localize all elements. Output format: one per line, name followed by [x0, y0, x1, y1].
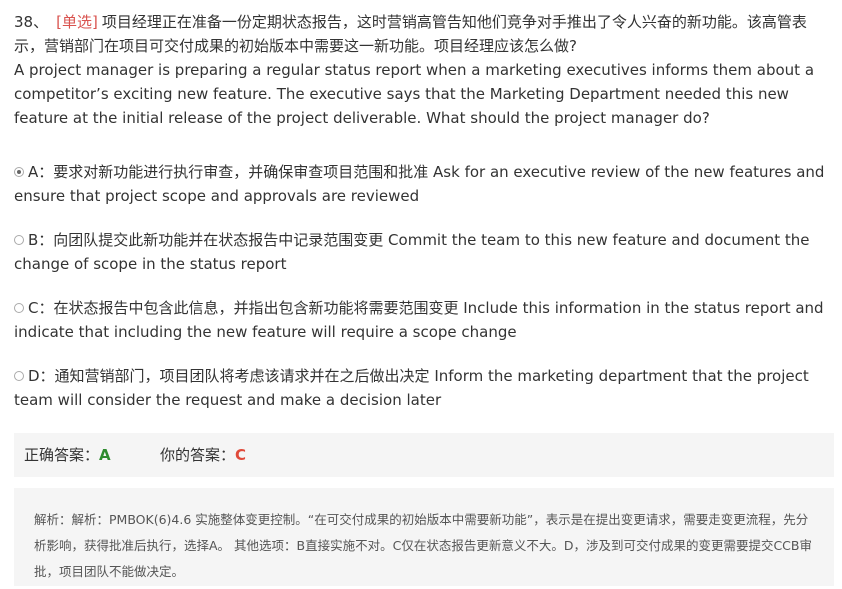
option-c[interactable]: C：在状态报告中包含此信息，并指出包含新功能将需要范围变更 Include th… [14, 296, 834, 344]
your-answer-value: C [235, 446, 247, 464]
option-a-text: A：要求对新功能进行执行审查，并确保审查项目范围和批准 Ask for an e… [14, 163, 825, 205]
question-text-en: A project manager is preparing a regular… [14, 61, 815, 127]
question-type-badge: [单选] [56, 13, 98, 31]
options-list: A：要求对新功能进行执行审查，并确保审查项目范围和批准 Ask for an e… [14, 160, 834, 432]
option-c-text: C：在状态报告中包含此信息，并指出包含新功能将需要范围变更 Include th… [14, 299, 824, 341]
radio-icon[interactable] [14, 235, 24, 245]
radio-icon[interactable] [14, 371, 24, 381]
answer-panel: 正确答案：A 你的答案：C [14, 433, 834, 477]
option-a[interactable]: A：要求对新功能进行执行审查，并确保审查项目范围和批准 Ask for an e… [14, 160, 834, 208]
question-text-zh: 项目经理正在准备一份定期状态报告，这时营销高管告知他们竞争对手推出了令人兴奋的新… [14, 13, 807, 55]
option-d-text: D：通知营销部门，项目团队将考虑该请求并在之后做出决定 Inform the m… [14, 367, 809, 409]
analysis-panel: 解析：解析：PMBOK(6)4.6 实施整体变更控制。“在可交付成果的初始版本中… [14, 488, 834, 586]
correct-answer-label: 正确答案： [24, 446, 100, 464]
analysis-text: 解析：解析：PMBOK(6)4.6 实施整体变更控制。“在可交付成果的初始版本中… [34, 512, 812, 579]
option-d[interactable]: D：通知营销部门，项目团队将考虑该请求并在之后做出决定 Inform the m… [14, 364, 834, 412]
option-b[interactable]: B：向团队提交此新功能并在状态报告中记录范围变更 Commit the team… [14, 228, 834, 276]
correct-answer-value: A [99, 446, 111, 464]
your-answer-label: 你的答案： [160, 446, 236, 464]
question-number: 38、 [14, 13, 49, 31]
your-answer: 你的答案：C [160, 433, 246, 477]
correct-answer: 正确答案：A [24, 433, 111, 477]
question-stem: 38、 [单选] 项目经理正在准备一份定期状态报告，这时营销高管告知他们竞争对手推出… [14, 10, 834, 130]
option-b-text: B：向团队提交此新功能并在状态报告中记录范围变更 Commit the team… [14, 231, 810, 273]
radio-icon[interactable] [14, 167, 24, 177]
radio-icon[interactable] [14, 303, 24, 313]
